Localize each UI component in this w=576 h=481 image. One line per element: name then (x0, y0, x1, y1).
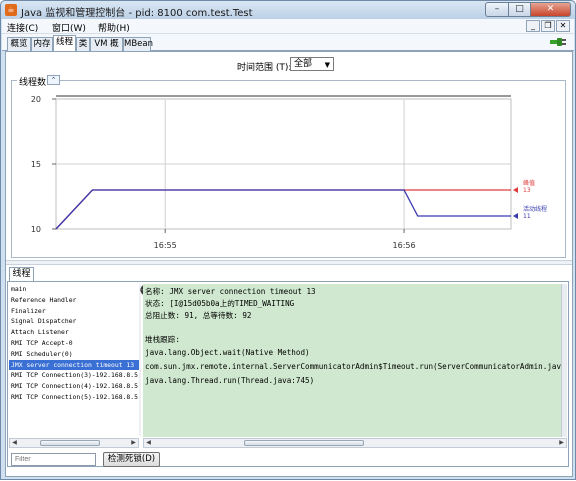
menu-window[interactable]: 窗口(W) (52, 21, 86, 34)
inner-restore-button[interactable]: ❐ (541, 20, 555, 32)
thread-list-item[interactable]: RMI TCP Connection(3)-192.168.8.5 (9, 370, 139, 381)
time-range-label: 时间范围 (T): (237, 63, 292, 73)
window-title: Java 监视和管理控制台 - pid: 8100 com.test.Test (21, 8, 253, 19)
tab-vm-summary[interactable]: VM 概要 (90, 37, 123, 61)
close-button[interactable]: ✕ (531, 2, 571, 17)
collapse-chart-button[interactable]: ⌃ (47, 75, 60, 85)
tab-bar: 概览 内存 线程 类 VM 概要 MBean (2, 34, 574, 61)
thread-list-item[interactable]: RMI TCP Connection(5)-192.168.8.5 (9, 392, 139, 403)
scroll-left-icon[interactable]: ◀ (10, 439, 19, 447)
scroll-right-icon[interactable]: ▶ (557, 439, 566, 447)
time-range-select[interactable]: 全部 ▼ (290, 57, 334, 71)
tab-thread-list[interactable]: 线程 (9, 267, 34, 281)
java-coffee-icon: ☕ (5, 4, 17, 16)
inner-minimize-button[interactable]: _ (526, 20, 540, 32)
thread-name-line: 名称: JMX server connection timeout 13 (145, 287, 316, 296)
window-controls: – □ ✕ (485, 2, 571, 17)
thread-filter-input[interactable] (11, 453, 96, 466)
time-range-value: 全部 (294, 59, 313, 69)
thread-list-item[interactable]: Finalizer (9, 306, 139, 317)
stack-frame: java.lang.Object.wait(Native Method) (145, 348, 310, 357)
chart-title: 线程数 (17, 75, 49, 88)
detail-vscroll[interactable] (561, 284, 567, 437)
stack-frame: com.sun.jmx.remote.internal.ServerCommun… (145, 362, 567, 371)
thread-list-vscroll[interactable] (139, 284, 141, 436)
inner-window-controls: _ ❐ ✕ (526, 20, 570, 32)
minimize-button[interactable]: – (485, 2, 509, 17)
thread-list-item[interactable]: JMX server connection timeout 13 (9, 359, 139, 371)
thread-list-item[interactable]: Attach Listener (9, 327, 139, 338)
menu-help[interactable]: 帮助(H) (98, 21, 130, 34)
tab-mbean[interactable]: MBean (123, 37, 153, 51)
maximize-button[interactable]: □ (509, 2, 531, 17)
thread-list-item[interactable]: Signal Dispatcher (9, 316, 139, 327)
thread-list-hscroll[interactable]: ◀ ▶ (9, 438, 139, 448)
tab-classes[interactable]: 类 (76, 37, 90, 51)
tab-threads[interactable]: 线程 (53, 35, 76, 51)
detail-hscroll[interactable]: ◀ ▶ (143, 438, 567, 448)
menu-connection[interactable]: 连接(C) (7, 21, 38, 34)
stack-trace-title: 堆栈跟踪: (145, 335, 180, 344)
scroll-thumb[interactable] (40, 440, 100, 446)
thread-list[interactable]: main Reference Handler Finalizer Signal Dis… (9, 284, 139, 436)
scroll-right-icon[interactable]: ▶ (129, 439, 138, 447)
tab-memory[interactable]: 内存 (31, 37, 53, 51)
thread-list-item[interactable]: RMI TCP Connection(4)-192.168.8.5 (9, 381, 139, 392)
chevron-down-icon: ▼ (324, 61, 330, 69)
menu-bar: 连接(C) 窗口(W) 帮助(H) _ ❐ ✕ (2, 19, 574, 34)
scroll-thumb[interactable] (244, 440, 364, 446)
detect-deadlock-button[interactable]: 检测死锁(D) (103, 452, 160, 467)
thread-list-item[interactable]: main (9, 284, 139, 295)
thread-list-item[interactable]: Reference Handler (9, 295, 139, 306)
main-window: ☕ Java 监视和管理控制台 - pid: 8100 com.test.Tes… (0, 0, 576, 480)
thread-list-item[interactable]: RMI TCP Accept-0 (9, 338, 139, 349)
thread-list-item[interactable]: RMI Scheduler(0) (9, 349, 139, 360)
collapse-icon: ⌃ (50, 76, 57, 84)
title-bar[interactable]: ☕ Java 监视和管理控制台 - pid: 8100 com.test.Tes… (1, 1, 575, 19)
stack-frame: java.lang.Thread.run(Thread.java:745) (145, 376, 315, 385)
split-pane-divider[interactable] (6, 260, 572, 265)
scroll-left-icon[interactable]: ◀ (144, 439, 153, 447)
tab-overview[interactable]: 概览 (7, 37, 31, 51)
thread-chart-panel (11, 80, 566, 258)
thread-detail-pane: 名称: JMX server connection timeout 13 状态:… (143, 284, 567, 437)
thread-counts-line: 总阻止数: 91, 总等待数: 92 (145, 311, 252, 320)
inner-close-button[interactable]: ✕ (556, 20, 570, 32)
thread-state-line: 状态: [I@15d05b0a上的TIMED_WAITING (145, 299, 295, 308)
connected-plug-icon (550, 38, 566, 46)
